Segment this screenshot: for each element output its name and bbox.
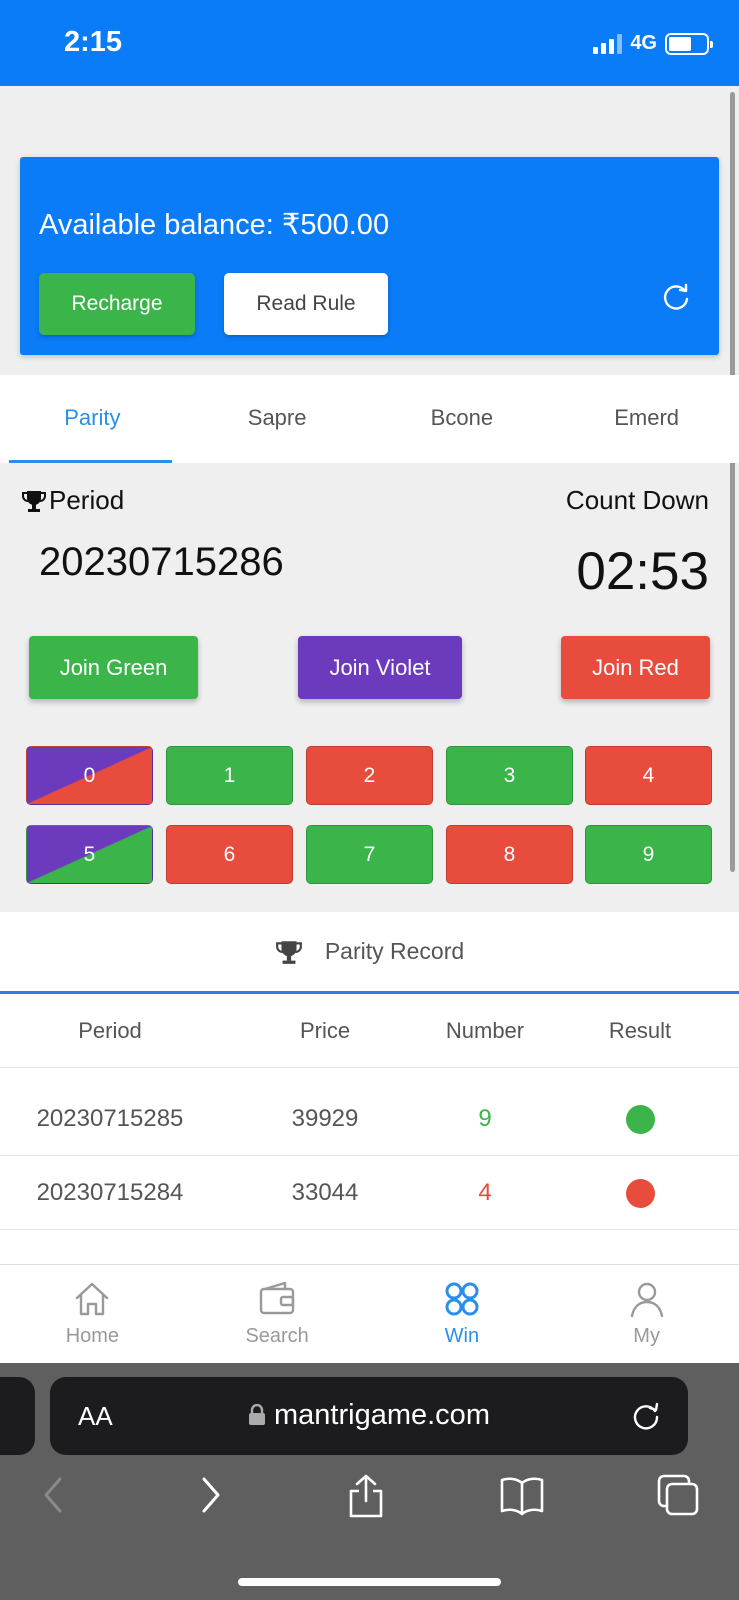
join-red-button[interactable]: Join Red: [561, 636, 710, 699]
parity-record-header: Parity Record: [0, 912, 739, 994]
nav-my-label: My: [633, 1325, 660, 1347]
number-0-button[interactable]: 0: [26, 746, 153, 805]
nav-search[interactable]: Search: [185, 1265, 370, 1363]
row-number: 4: [478, 1179, 492, 1206]
bottom-nav: Home Search Win My: [0, 1264, 739, 1363]
column-header-period: Period: [78, 1018, 142, 1043]
status-bar: 2:15 4G: [0, 0, 739, 86]
join-green-button[interactable]: Join Green: [29, 636, 198, 699]
battery-icon: [665, 32, 713, 55]
reload-icon[interactable]: [630, 1399, 662, 1431]
game-tabs: Parity Sapre Bcone Emerd: [0, 375, 739, 463]
refresh-icon[interactable]: [661, 282, 691, 312]
row-period: 20230715284: [36, 1179, 184, 1206]
tab-emerd[interactable]: Emerd: [554, 375, 739, 463]
status-time: 2:15: [64, 26, 123, 58]
column-header-number: Number: [445, 1018, 525, 1043]
address-bar[interactable]: AA mantrigame.com: [50, 1377, 688, 1455]
number-2-button[interactable]: 2: [306, 746, 433, 805]
browser-nav-tools: [0, 1473, 739, 1543]
status-indicators: 4G: [593, 32, 713, 55]
number-4-button[interactable]: 4: [585, 746, 712, 805]
parity-record-table: Period Price Number Result 20230715285 3…: [0, 994, 739, 1264]
nav-home[interactable]: Home: [0, 1265, 185, 1363]
wallet-icon: [259, 1281, 295, 1315]
home-indicator[interactable]: [238, 1578, 501, 1586]
tab-bcone[interactable]: Bcone: [370, 375, 555, 463]
table-row: 20230715285 39929 9: [0, 1082, 739, 1156]
lock-icon: [249, 1404, 266, 1425]
number-6-button[interactable]: 6: [166, 825, 293, 884]
nav-home-label: Home: [65, 1325, 120, 1347]
share-icon[interactable]: [346, 1473, 386, 1519]
row-result: [580, 1082, 700, 1156]
clover-icon: [445, 1282, 479, 1316]
row-result: [580, 1156, 700, 1230]
result-red-dot: [625, 1179, 655, 1209]
forward-arrow-icon[interactable]: [196, 1473, 226, 1517]
home-icon: [76, 1282, 109, 1316]
parity-record-title: Parity Record: [324, 938, 465, 964]
period-value: 20230715286: [39, 540, 284, 584]
row-price: 33044: [291, 1179, 359, 1206]
join-violet-button[interactable]: Join Violet: [298, 636, 462, 699]
nav-my[interactable]: My: [554, 1265, 739, 1363]
bookmarks-icon[interactable]: [498, 1473, 546, 1517]
row-number: 9: [478, 1105, 492, 1132]
available-balance: Available balance: ₹500.00: [39, 209, 390, 241]
number-1-button[interactable]: 1: [166, 746, 293, 805]
number-5-button[interactable]: 5: [26, 825, 153, 884]
balance-card: Available balance: ₹500.00 Recharge Read…: [20, 157, 719, 355]
network-label: 4G: [630, 32, 657, 54]
tab-sapre[interactable]: Sapre: [185, 375, 370, 463]
browser-toolbar: AA mantrigame.com: [0, 1363, 739, 1600]
number-7-button[interactable]: 7: [306, 825, 433, 884]
number-3-button[interactable]: 3: [446, 746, 573, 805]
scrollbar[interactable]: [730, 92, 735, 872]
trophy-icon: [275, 940, 302, 964]
read-rule-button[interactable]: Read Rule: [224, 273, 388, 335]
user-icon: [630, 1282, 663, 1318]
period-heading: Period: [21, 485, 124, 516]
previous-tab-preview[interactable]: [0, 1377, 35, 1455]
signal-icon: [593, 33, 623, 54]
url-display[interactable]: mantrigame.com: [50, 1399, 688, 1432]
nav-win[interactable]: Win: [370, 1265, 555, 1363]
column-header-result: Result: [608, 1018, 672, 1043]
column-header-price: Price: [299, 1018, 351, 1043]
recharge-button[interactable]: Recharge: [39, 273, 195, 335]
tabs-icon[interactable]: [656, 1473, 700, 1517]
period-label: Period: [49, 485, 125, 515]
result-green-dot: [625, 1105, 655, 1135]
countdown-label: Count Down: [565, 485, 709, 515]
row-period: 20230715285: [36, 1105, 184, 1132]
nav-search-label: Search: [245, 1325, 309, 1347]
number-8-button[interactable]: 8: [446, 825, 573, 884]
trophy-icon: [22, 490, 46, 512]
tab-parity[interactable]: Parity: [0, 375, 185, 463]
back-arrow-icon[interactable]: [38, 1473, 68, 1517]
countdown-value: 02:53: [576, 542, 709, 601]
row-price: 39929: [291, 1105, 359, 1132]
table-header-row: Period Price Number Result: [0, 994, 739, 1068]
nav-win-label: Win: [444, 1325, 480, 1347]
table-row: 20230715284 33044 4: [0, 1156, 739, 1230]
number-9-button[interactable]: 9: [585, 825, 712, 884]
url-text: mantrigame.com: [274, 1399, 490, 1431]
